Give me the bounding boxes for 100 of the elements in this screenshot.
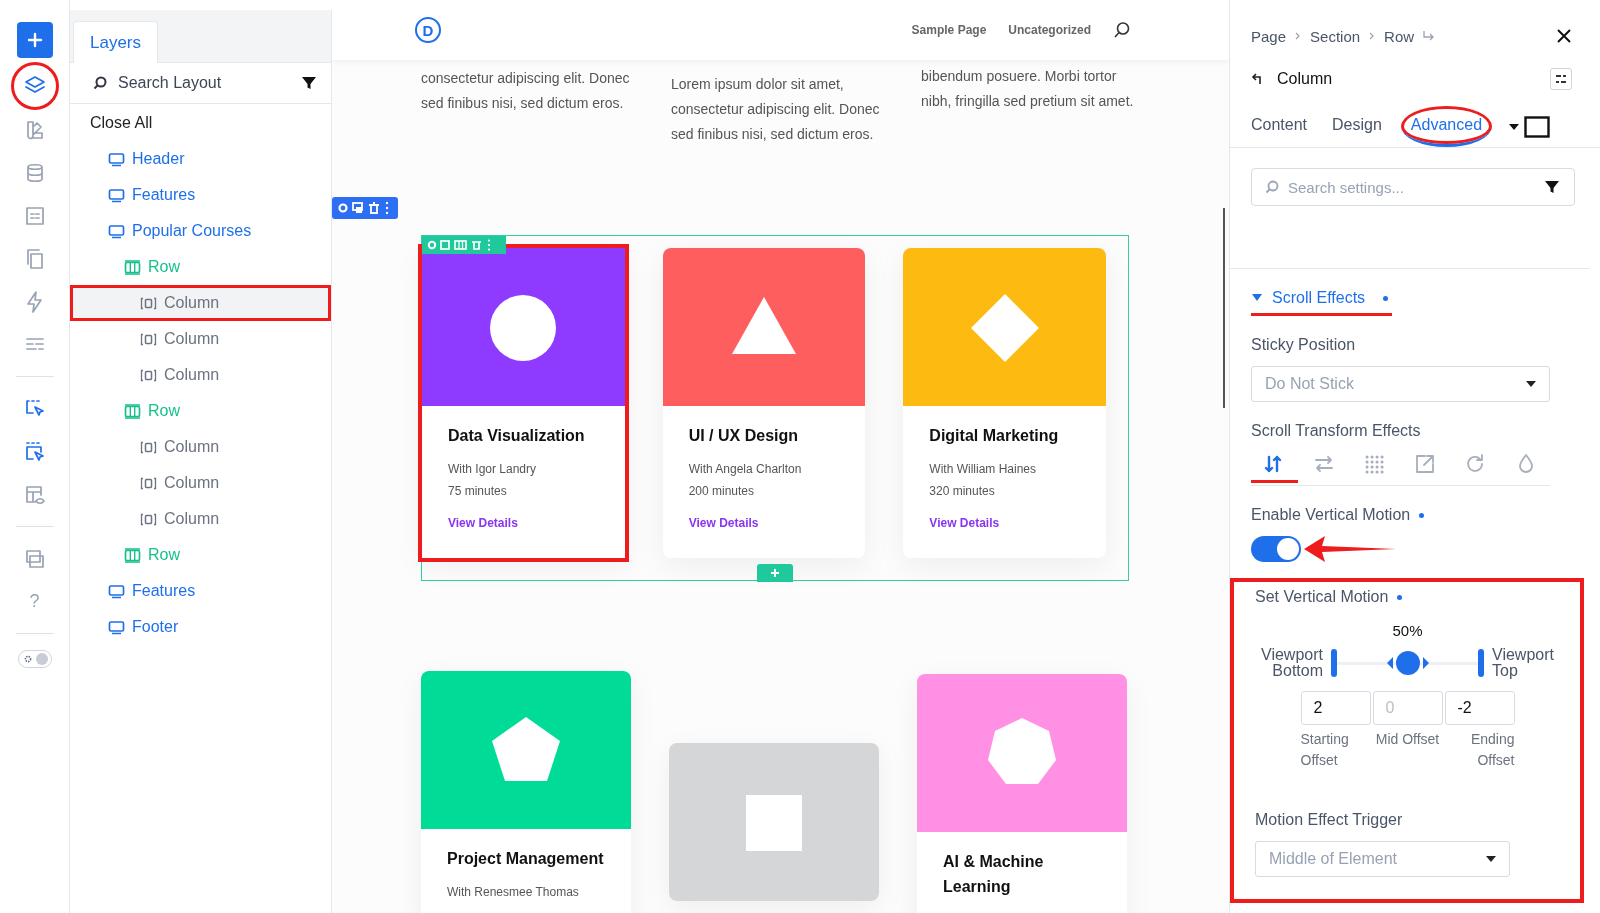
card-title: Project Management xyxy=(447,849,605,869)
filter-icon[interactable] xyxy=(1544,179,1560,195)
panel-title: Column xyxy=(1277,70,1333,88)
card-title: AI & Machine Learning xyxy=(943,852,1045,897)
layer-item[interactable]: Features xyxy=(70,573,331,609)
slider-label: Viewport Bottom xyxy=(1260,647,1323,679)
settings-tab[interactable]: Design xyxy=(1332,106,1391,147)
caret-icon xyxy=(1485,855,1497,863)
instructor-text: With Renesmee Thomas xyxy=(447,884,580,901)
row-toolbar[interactable] xyxy=(422,236,506,254)
sticky-select[interactable]: Do Not Stick xyxy=(1251,366,1550,402)
offset-label: Mid Offset xyxy=(1374,730,1441,749)
settings-tab[interactable]: Advanced xyxy=(1400,106,1493,147)
add-button[interactable] xyxy=(16,22,53,58)
view-details-link[interactable]: View Details xyxy=(448,516,599,530)
section-toolbar[interactable] xyxy=(332,197,398,219)
slider-label: Viewport Top xyxy=(1492,647,1555,679)
layer-item[interactable]: Column xyxy=(70,501,331,537)
section-icon xyxy=(108,223,125,239)
card-title: Data Visualization xyxy=(448,426,586,446)
field-label: Scroll Transform Effects xyxy=(1251,422,1422,440)
breadcrumb-link[interactable]: Page xyxy=(1251,27,1287,45)
caret-icon[interactable] xyxy=(1508,121,1521,132)
plus-icon xyxy=(770,568,780,578)
plus-icon xyxy=(25,31,44,49)
search-input[interactable]: Search Layout xyxy=(116,73,293,93)
row-icon xyxy=(124,259,141,275)
column-icon xyxy=(140,332,157,346)
breadcrumb-link[interactable]: Row xyxy=(1384,27,1415,45)
section-icon xyxy=(108,187,125,203)
section-toggle[interactable]: Scroll Effects xyxy=(1251,289,1393,316)
search-field[interactable]: Search settings... xyxy=(1251,168,1575,206)
duration-text: 200 minutes xyxy=(688,483,756,500)
offset-label: Ending Offset xyxy=(1469,730,1515,770)
course-card[interactable]: AI & Machine Learning xyxy=(917,674,1127,913)
layer-item[interactable]: Header xyxy=(70,141,331,177)
offset-label: Starting Offset xyxy=(1300,730,1350,770)
body-text: consectetur adipiscing elit. Donec sed finibus nisi, sed dictum eros. xyxy=(421,69,631,113)
theme-switch[interactable] xyxy=(17,650,52,668)
help-button[interactable]: ? xyxy=(18,586,51,617)
column-icon xyxy=(140,296,157,310)
course-card[interactable]: UI / UX Design With Angela Charlton 200 minutes View Details xyxy=(662,248,866,558)
site-logo[interactable]: D xyxy=(415,17,441,43)
close-all-button[interactable]: Close All xyxy=(70,104,331,141)
breadcrumb-link[interactable]: Section xyxy=(1310,27,1361,45)
column-icon xyxy=(140,512,157,526)
nav-link[interactable]: Sample Page xyxy=(911,23,987,37)
caret-icon xyxy=(1525,380,1537,388)
view-details-link[interactable]: View Details xyxy=(929,516,1080,530)
field-label: Motion Effect Trigger xyxy=(1255,811,1404,829)
column-icon xyxy=(140,368,157,382)
row-icon xyxy=(124,547,141,563)
options-button[interactable] xyxy=(1550,68,1572,90)
layers-tab[interactable]: Layers xyxy=(73,21,159,63)
layer-item[interactable]: Column xyxy=(70,321,331,357)
duration-text: 75 minutes xyxy=(448,483,508,500)
column-icon xyxy=(140,440,157,454)
search-icon[interactable] xyxy=(1113,21,1131,39)
search-icon xyxy=(92,75,108,91)
layers-icon[interactable] xyxy=(10,62,59,110)
body-text: Lorem ipsum dolor sit amet, consectetur adipiscing elit. Donec sed finibus nisi, sed dictum eros. xyxy=(671,75,881,144)
add-module-button[interactable] xyxy=(757,564,793,582)
settings-tab[interactable]: Content xyxy=(1251,106,1317,147)
offset-input[interactable]: 2 xyxy=(1300,691,1371,725)
instructor-text: With Angela Charlton xyxy=(688,461,803,478)
course-card[interactable]: Project Management With Renesmee Thomas xyxy=(421,671,631,913)
section-icon xyxy=(108,583,125,599)
layer-item[interactable]: Column xyxy=(70,285,331,321)
search-field[interactable]: Search Layout xyxy=(70,63,331,104)
frame-icon[interactable] xyxy=(1524,115,1551,138)
motion-slider[interactable] xyxy=(1331,648,1484,678)
vertical-motion-toggle[interactable] xyxy=(1251,536,1301,562)
options-icon xyxy=(1554,73,1568,85)
field-label: Sticky Position xyxy=(1251,336,1357,354)
slider-stop[interactable] xyxy=(1478,649,1484,677)
body-text: bibendum posuere. Morbi tortor nibh, fringilla sed pretium sit amet. xyxy=(921,67,1135,111)
row-icon xyxy=(124,403,141,419)
layer-item[interactable]: Popular Courses xyxy=(70,213,331,249)
offset-input[interactable]: -2 xyxy=(1444,691,1515,725)
section-icon xyxy=(108,619,125,635)
slider-value: 50% xyxy=(1391,622,1424,639)
layer-item[interactable]: Footer xyxy=(70,609,331,645)
search-input[interactable]: Search settings... xyxy=(1286,177,1538,197)
layer-item[interactable]: Column xyxy=(70,429,331,465)
instructor-text: With William Haines xyxy=(929,461,1038,478)
trigger-select[interactable]: Middle of Element xyxy=(1255,841,1510,877)
caret-icon xyxy=(1251,293,1263,303)
layer-item[interactable]: Features xyxy=(70,177,331,213)
filter-icon[interactable] xyxy=(301,75,317,91)
view-details-link[interactable]: View Details xyxy=(688,516,840,530)
card-title: UI / UX Design xyxy=(688,426,800,446)
layer-item[interactable]: Column xyxy=(70,465,331,501)
nav-link[interactable]: Uncategorized xyxy=(1008,23,1091,37)
instructor-text: With Igor Landry xyxy=(448,461,538,478)
course-card[interactable]: Digital Marketing With William Haines 320 minutes View Details xyxy=(903,248,1106,558)
close-icon[interactable] xyxy=(1556,28,1572,44)
layer-item[interactable]: Column xyxy=(70,357,331,393)
slider-stop[interactable] xyxy=(1331,649,1337,677)
offset-input[interactable]: 0 xyxy=(1372,691,1443,725)
search-icon xyxy=(1264,179,1280,195)
